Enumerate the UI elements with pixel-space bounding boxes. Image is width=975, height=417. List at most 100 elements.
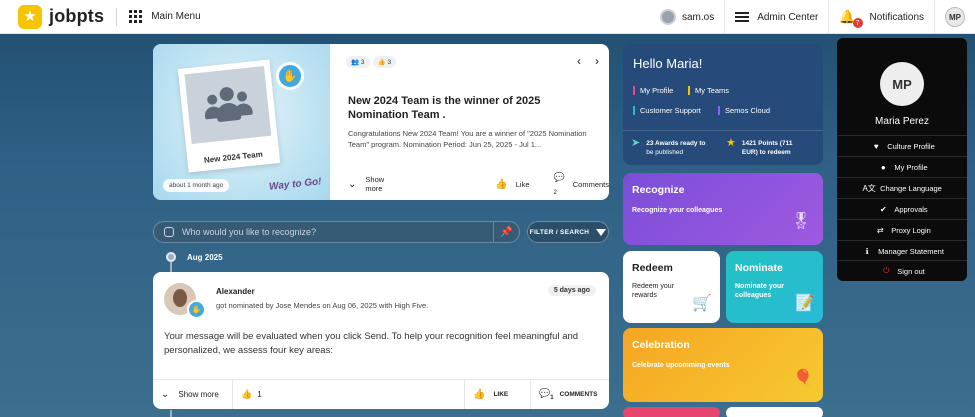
feature-image: New 2024 Team ✋ about 1 month ago Way to…: [153, 44, 330, 200]
team-photo-placeholder: [184, 66, 272, 145]
profile-avatar-button[interactable]: MP: [934, 0, 975, 34]
timeline-line: [170, 262, 172, 272]
top-bar: ★ jobpts Main Menu sam.os Admin Center 🔔…: [0, 0, 975, 34]
menu-item-sign-out[interactable]: ⏻ Sign out: [837, 260, 967, 281]
info-icon: ℹ: [865, 246, 869, 256]
chevron-down-icon: ⌄: [161, 389, 170, 400]
timeline-dot: [166, 252, 176, 262]
thumbs-up-icon: 👍: [495, 178, 508, 190]
main-menu-button[interactable]: Main Menu: [129, 10, 201, 23]
profile-dropdown: MP Maria Perez ♥ Culture Profile ● My Pr…: [837, 38, 967, 281]
link-my-profile[interactable]: My Profile: [633, 86, 673, 95]
hello-card: Hello Maria! My Profile My Teams Custome…: [623, 44, 823, 165]
sliders-icon: [735, 11, 750, 23]
carousel-nav: ‹ ›: [577, 54, 599, 68]
tile-partial[interactable]: [726, 407, 823, 417]
redeem-tile[interactable]: Redeem Redeem your rewards 🛒: [623, 251, 720, 323]
link-semos-cloud[interactable]: Semos Cloud: [718, 106, 770, 115]
menu-item-my-profile[interactable]: ● My Profile: [837, 156, 967, 177]
robot-avatar-icon: [659, 9, 676, 25]
logo-mark-icon: ★: [18, 4, 42, 29]
chevron-down-icon: ⌄: [348, 178, 357, 190]
divider: [116, 7, 118, 26]
user-switch-button[interactable]: sam.os: [650, 0, 724, 34]
star-icon: ★: [726, 137, 736, 149]
avatar: MP: [945, 7, 965, 27]
pin-icon[interactable]: 📌: [493, 222, 519, 242]
nomination-form-icon: 📝: [795, 295, 815, 312]
show-more-button[interactable]: ⌄ Show more: [153, 379, 233, 409]
thumbs-up-icon: 👍: [241, 389, 253, 399]
paper-plane-icon: ➤: [631, 137, 641, 149]
link-my-teams[interactable]: My Teams: [688, 86, 729, 95]
shopping-cart-icon: 🛒: [692, 295, 712, 312]
reaction-chips: 👥 3 👍 3: [346, 56, 397, 68]
divider: [623, 130, 823, 131]
award-ribbon-icon: 🎖: [790, 213, 811, 230]
post-subtitle: got nominated by Jose Mendes on Aug 06, …: [216, 301, 429, 310]
feature-content: 👥 3 👍 3 ‹ › New 2024 Team is the winner …: [330, 44, 609, 200]
balloons-icon: 🎈: [793, 370, 813, 387]
high-five-icon: ✋: [187, 300, 206, 319]
like-count-button[interactable]: 👍 1: [233, 379, 465, 409]
power-icon: ⏻: [883, 266, 890, 275]
menu-item-manager-statement[interactable]: ℹ Manager Statement: [837, 240, 967, 261]
comments-button[interactable]: 💬2 Comments: [554, 172, 609, 196]
like-button[interactable]: 👍 LIKE: [465, 379, 531, 409]
comment-icon: 💬1: [539, 388, 554, 401]
people-count-chip[interactable]: 👥 3: [346, 56, 370, 68]
tile-partial[interactable]: [623, 407, 720, 417]
chevron-right-icon[interactable]: ›: [595, 54, 599, 68]
timeline-date: Aug 2025: [187, 253, 223, 262]
thumbs-up-icon: 👍: [473, 389, 486, 400]
celebration-tile[interactable]: Celebration Celebrate upcomming events 🎈: [623, 328, 823, 402]
funnel-icon: [596, 228, 607, 236]
link-customer-support[interactable]: Customer Support: [633, 106, 701, 115]
chat-bubble-icon: [164, 227, 174, 237]
bell-icon: 🔔 7: [839, 9, 863, 28]
menu-item-culture-profile[interactable]: ♥ Culture Profile: [837, 135, 967, 156]
recognize-search-bar[interactable]: Who would you like to recognize? 📌: [153, 221, 520, 243]
top-right-actions: sam.os Admin Center 🔔 7 Notifications MP: [650, 0, 975, 34]
points-stat[interactable]: ★ 1421 Points (711 EUR) to redeem: [726, 137, 792, 157]
featured-nomination-card: New 2024 Team ✋ about 1 month ago Way to…: [153, 44, 609, 200]
admin-center-button[interactable]: Admin Center: [724, 0, 828, 34]
feature-title: New 2024 Team is the winner of 2025 Nomi…: [348, 95, 541, 121]
proxy-icon: ⇄: [876, 225, 884, 235]
profile-name: Maria Perez: [875, 116, 929, 127]
filter-search-button[interactable]: FILTER / SEARCH: [527, 221, 609, 243]
check-icon: ✔: [879, 204, 887, 214]
team-people-icon: [202, 85, 254, 126]
language-icon: A文: [862, 183, 876, 193]
user-short-name: sam.os: [681, 11, 715, 23]
main-menu-label: Main Menu: [151, 11, 201, 22]
like-button[interactable]: 👍 Like: [495, 179, 529, 190]
notifications-button[interactable]: 🔔 7 Notifications: [828, 0, 934, 34]
app-logo[interactable]: ★ jobpts: [18, 4, 105, 29]
search-placeholder: Who would you like to recognize?: [182, 227, 317, 237]
hello-title: Hello Maria!: [633, 56, 703, 71]
notifications-label: Notifications: [869, 11, 924, 23]
comments-button[interactable]: 💬1 COMMENTS: [531, 380, 609, 410]
menu-item-change-language[interactable]: A文 Change Language: [837, 177, 967, 198]
team-polaroid: New 2024 Team: [177, 59, 281, 173]
post-author-name[interactable]: Alexander: [216, 287, 255, 296]
high-five-icon: ✋: [276, 62, 304, 90]
awards-stat[interactable]: ➤ 23 Awards ready to be published: [631, 137, 705, 157]
menu-item-proxy-login[interactable]: ⇄ Proxy Login: [837, 219, 967, 240]
photo-caption: New 2024 Team: [203, 149, 264, 165]
likes-count-chip[interactable]: 👍 3: [372, 56, 397, 68]
menu-item-approvals[interactable]: ✔ Approvals: [837, 198, 967, 219]
feature-actions: ⌄ Show more 👍 Like 💬2 Comments: [330, 172, 609, 196]
nominate-tile[interactable]: Nominate Nominate your colleagues 📝: [726, 251, 823, 323]
comment-icon: 💬2: [553, 172, 565, 196]
admin-center-label: Admin Center: [757, 11, 819, 23]
notifications-count-badge: 7: [852, 18, 863, 28]
recognize-tile[interactable]: Recognize Recognize your colleagues 🎖: [623, 173, 823, 245]
logo-text: jobpts: [49, 6, 105, 26]
show-more-button[interactable]: ⌄ Show more: [348, 175, 389, 193]
post-age-badge: about 1 month ago: [163, 179, 230, 192]
chevron-left-icon[interactable]: ‹: [577, 54, 581, 68]
post-time-badge: 5 days ago: [547, 285, 596, 296]
way-to-go-text: Way to Go!: [268, 176, 323, 193]
